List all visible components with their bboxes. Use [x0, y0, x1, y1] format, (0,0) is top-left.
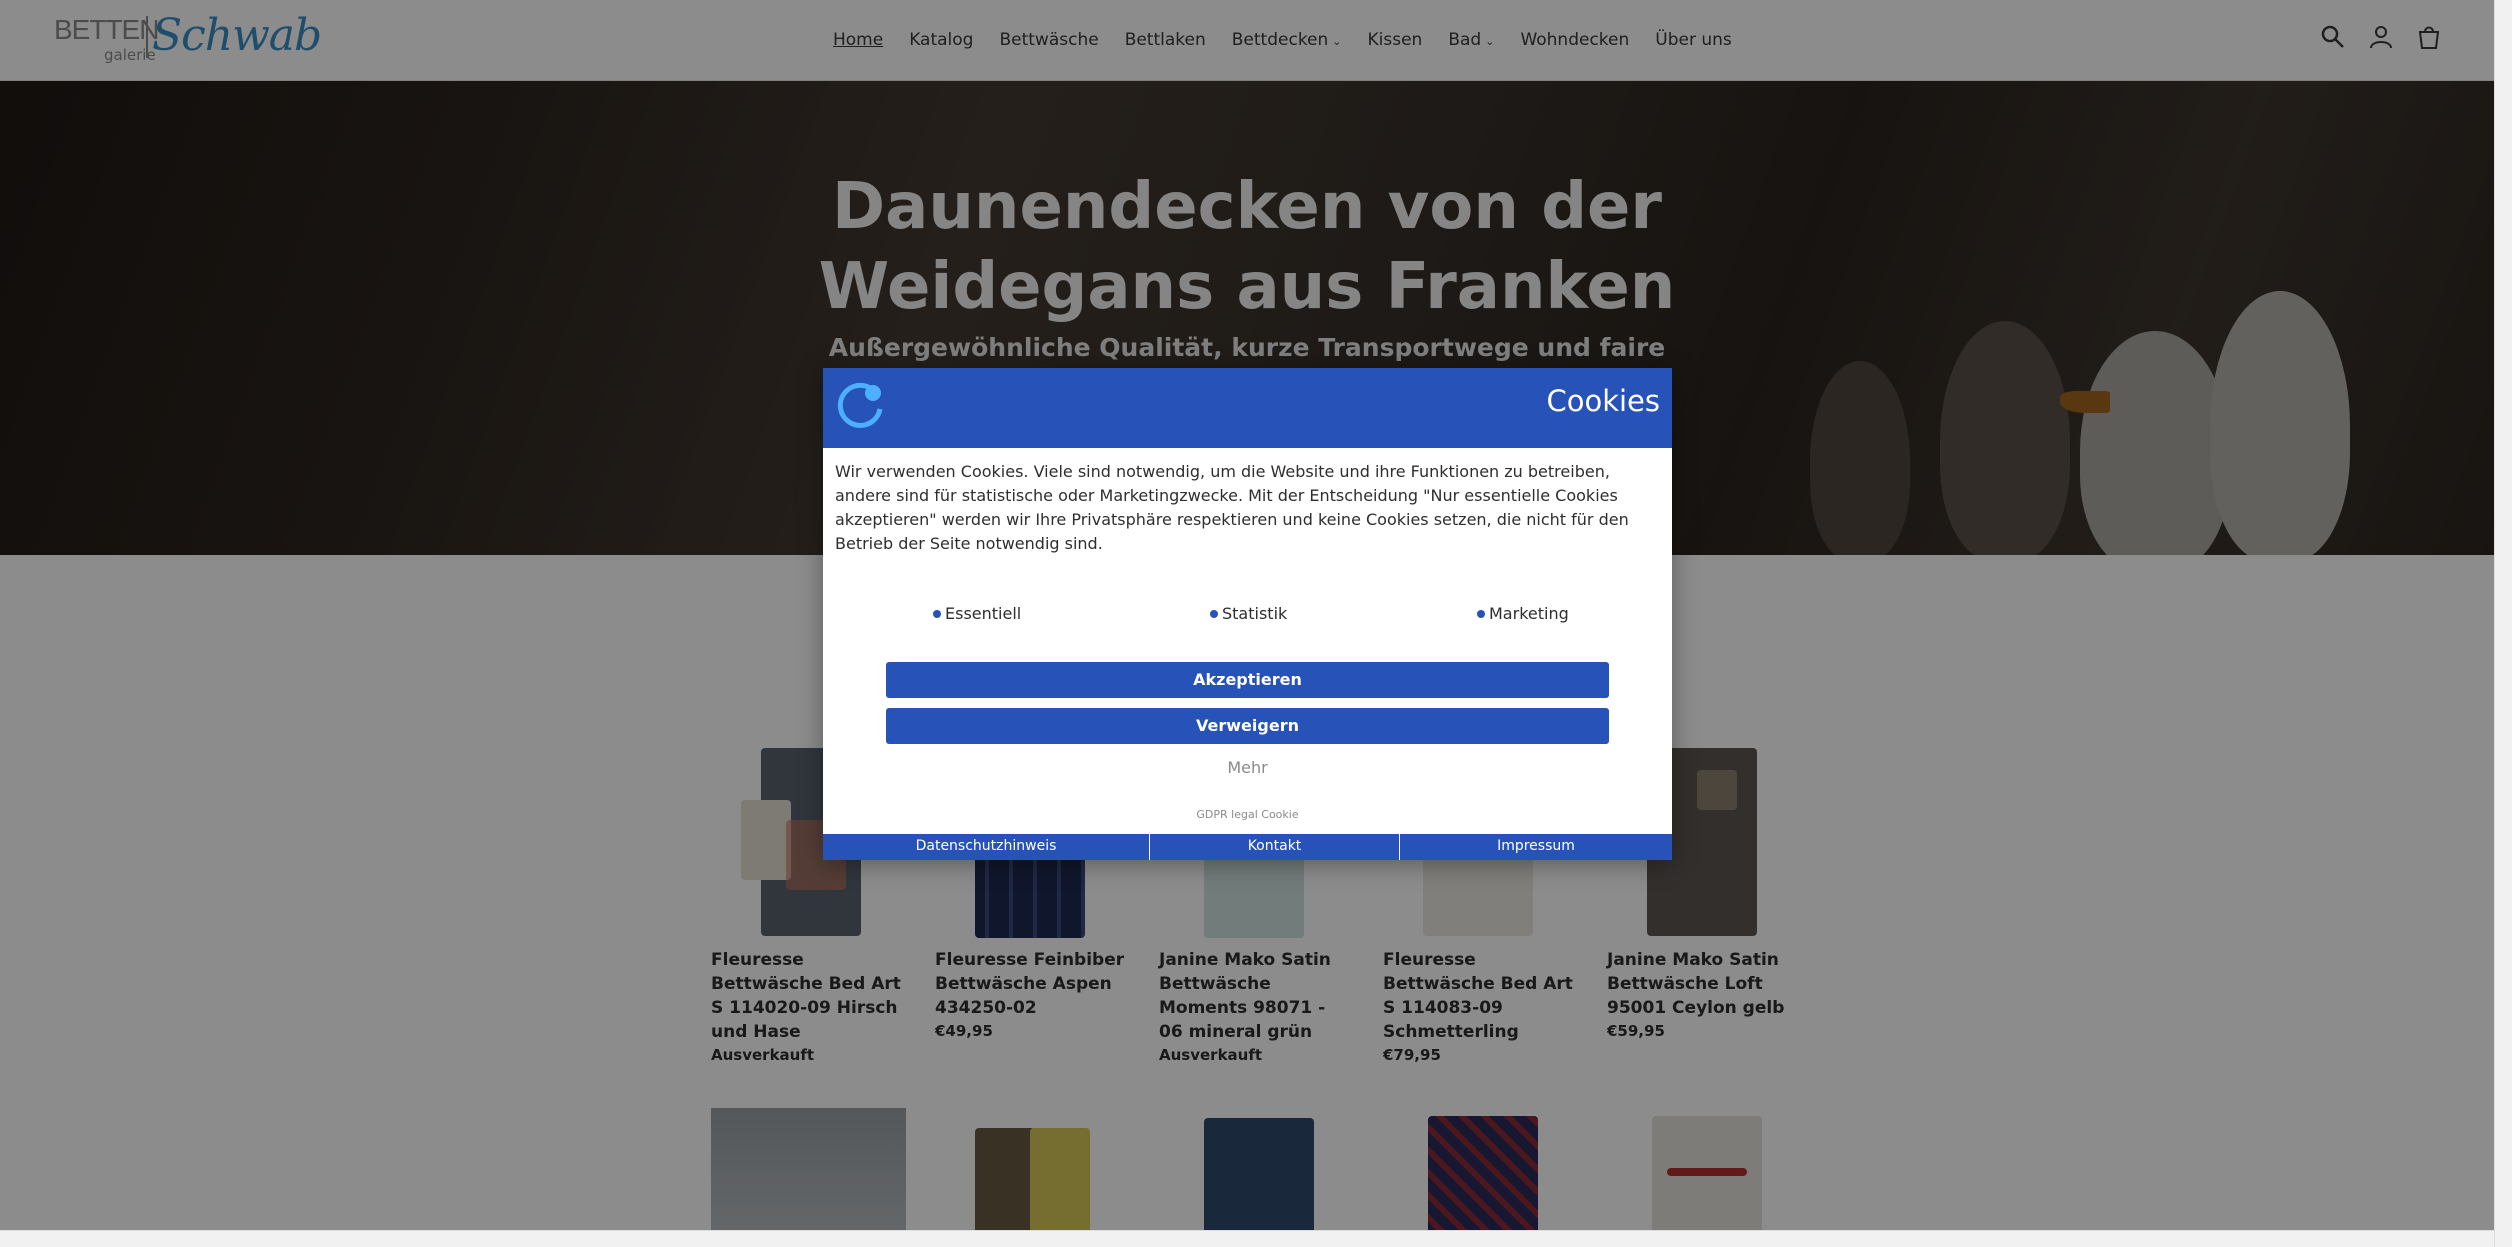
category-essentiell[interactable]: Essentiell: [933, 604, 1021, 623]
vertical-scrollbar[interactable]: [2494, 0, 2512, 1247]
category-label: Essentiell: [945, 604, 1022, 623]
radio-dot-icon: [1210, 609, 1218, 618]
cookie-title: Cookies: [1546, 384, 1660, 418]
category-statistik[interactable]: Statistik: [1210, 604, 1287, 623]
cookie-text: Wir verwenden Cookies. Viele sind notwen…: [835, 462, 1629, 553]
footer-datenschutz-link[interactable]: Datenschutzhinweis: [823, 834, 1150, 860]
deny-button[interactable]: Verweigern: [886, 708, 1609, 744]
radio-dot-icon: [1477, 609, 1485, 618]
cookie-logo-icon: [836, 381, 886, 431]
accept-button[interactable]: Akzeptieren: [886, 662, 1609, 698]
footer-impressum-link[interactable]: Impressum: [1400, 834, 1672, 860]
category-label: Marketing: [1489, 604, 1569, 623]
cookie-categories: Essentiell Statistik Marketing: [823, 604, 1672, 634]
gdpr-link[interactable]: GDPR legal Cookie: [823, 808, 1672, 821]
cookie-dialog-header: Cookies: [823, 368, 1672, 448]
footer-kontakt-link[interactable]: Kontakt: [1150, 834, 1400, 860]
category-label: Statistik: [1222, 604, 1288, 623]
cookie-dialog: Cookies Wir verwenden Cookies. Viele sin…: [823, 368, 1672, 860]
cookie-footer: Datenschutzhinweis Kontakt Impressum: [823, 834, 1672, 860]
more-link[interactable]: Mehr: [823, 758, 1672, 777]
radio-dot-icon: [933, 609, 941, 618]
category-marketing[interactable]: Marketing: [1477, 604, 1569, 623]
page: { "header": { "logo": {"line1": "BETTEN"…: [0, 0, 2512, 1247]
horizontal-scrollbar[interactable]: [0, 1230, 2494, 1247]
